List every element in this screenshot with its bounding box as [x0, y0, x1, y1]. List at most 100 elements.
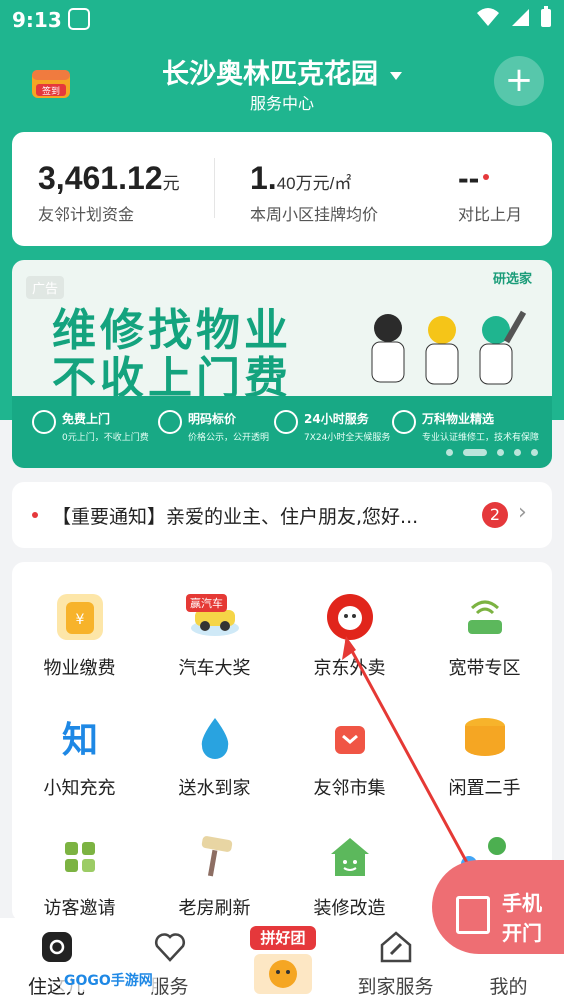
stat-price-value: 1. [250, 160, 277, 196]
service-item-market[interactable]: 友邻市集 [282, 682, 417, 802]
ad-feature-item: 24小时服务 7X24小时全天候服务 [274, 410, 390, 443]
ad-feature-desc: 0元上门，不收上门费 [62, 433, 149, 443]
service-item-secondhand[interactable]: 闲置二手 [417, 682, 552, 802]
repair-workers-illustration [371, 310, 527, 385]
heart-icon [154, 933, 185, 962]
notice-bullet [32, 512, 38, 518]
carousel-dot[interactable] [514, 449, 521, 456]
ad-feature-desc: 价格公示，公开透明 [188, 433, 270, 443]
carousel-dot[interactable] [497, 449, 504, 456]
service-label: 装修改造 [313, 898, 386, 919]
service-item-broadband[interactable]: 宽带专区 [417, 562, 552, 682]
home-icon [41, 932, 72, 962]
service-item-water[interactable]: 送水到家 [147, 682, 282, 802]
nav-item-home-service[interactable]: 到家服务 [339, 918, 452, 1004]
project-selector[interactable]: 长沙奥林匹克花园 [0, 52, 564, 91]
project-name: 长沙奥林匹克花园 [162, 59, 378, 90]
stat-price-unit: 万元/㎡ [295, 174, 352, 193]
svg-text:知: 知 [61, 720, 97, 760]
market-bag-icon [327, 714, 373, 760]
stat-fund-unit: 元 [162, 174, 180, 193]
service-label: 物业缴费 [43, 658, 116, 679]
ad-feature-title: 明码标价 [188, 412, 237, 426]
service-label: 小知充充 [43, 778, 116, 799]
service-label: 宽带专区 [448, 658, 521, 679]
chevron-right-icon: › [518, 500, 527, 525]
service-item-jd-takeout[interactable]: 京东外卖 [282, 562, 417, 682]
stat-price-label: 本周小区挂牌均价 [250, 205, 379, 224]
wrench-circle-icon [392, 410, 416, 434]
group-buy-mascot-icon [254, 954, 312, 994]
water-drop-icon [192, 714, 238, 760]
carousel-dot[interactable] [446, 449, 453, 456]
paint-roller-icon [192, 834, 238, 880]
service-label: 友邻市集 [313, 778, 386, 799]
nav-label: 我的 [489, 976, 528, 998]
qr-code-icon [57, 834, 103, 880]
app-notification-icon [68, 8, 90, 30]
coins-icon [462, 714, 508, 760]
trend-indicator-icon [483, 174, 490, 180]
ad-feature-item: 免费上门 0元上门，不收上门费 [32, 410, 149, 443]
stat-fund-label: 友邻计划资金 [38, 205, 135, 224]
stat-compare[interactable]: -- 对比上月 [458, 160, 522, 225]
zhi-icon: 知 [57, 714, 103, 761]
watermark: GOGO手游网 [60, 968, 157, 992]
stat-compare-value: -- [458, 160, 480, 196]
page-subtitle: 服务中心 [249, 94, 314, 113]
group-buy-badge[interactable]: 拼好团 [250, 926, 316, 950]
ad-brand: 研选家 [492, 272, 532, 287]
notice-bar[interactable]: 【重要通知】亲爱的业主、住户朋友,您好... 2 › [12, 482, 552, 548]
ad-feature-item: 明码标价价格公示，公开透明 [158, 410, 269, 443]
broadband-icon [462, 594, 508, 640]
fee-icon: ¥ [56, 594, 103, 640]
svg-text:¥: ¥ [75, 612, 84, 628]
nav-label: 到家服务 [357, 976, 434, 998]
status-bar: 9:13 [0, 0, 564, 40]
carousel-dot-active[interactable] [463, 449, 487, 456]
phone-door-open-button[interactable]: 手机开门 [432, 860, 564, 954]
service-label: 京东外卖 [313, 658, 386, 679]
wrench-house-icon [380, 931, 411, 963]
door-icon [456, 896, 490, 934]
door-label: 手机开门 [502, 891, 542, 945]
ad-feature-title: 万科物业精选 [422, 412, 495, 426]
service-item-zhi[interactable]: 知 小知充充 [12, 682, 147, 802]
stat-price[interactable]: 1.40万元/㎡ 本周小区挂牌均价 [250, 160, 378, 225]
stat-fund[interactable]: 3,461.12元 友邻计划资金 [38, 160, 180, 225]
settings-circle-icon [32, 410, 56, 434]
service-item-decoration[interactable]: 装修改造 [282, 802, 417, 922]
ad-feature-title: 免费上门 [62, 412, 111, 426]
chevron-down-icon [390, 71, 402, 80]
service-label: 汽车大奖 [178, 658, 251, 679]
ad-feature-strip: 免费上门 0元上门，不收上门费 明码标价价格公示，公开透明 24小时服务 7X24小… [12, 396, 552, 468]
house-smile-icon [327, 834, 373, 880]
ad-feature-title: 24小时服务 [304, 412, 369, 426]
stat-compare-label: 对比上月 [458, 205, 523, 224]
service-label: 闲置二手 [448, 778, 521, 799]
ad-banner[interactable]: 广告 研选家 维修找物业 不收上门费 免费上门 0元上门，不收上门费 明码标价 价格… [12, 260, 552, 468]
service-item-renovate[interactable]: 老房刷新 [147, 802, 282, 922]
service-label: 访客邀请 [43, 898, 116, 919]
jd-takeout-icon [326, 594, 373, 640]
stats-card: 3,461.12元 友邻计划资金 1.40万元/㎡ 本周小区挂牌均价 -- 对比… [12, 132, 552, 246]
add-button[interactable]: + [494, 56, 544, 106]
signal-icon [512, 9, 529, 26]
service-item-visitor[interactable]: 访客邀请 [12, 802, 147, 922]
battery-icon [541, 6, 551, 27]
service-item-car[interactable]: 汽车大奖 [147, 562, 282, 682]
car-promo-badge: 赢汽车 [186, 594, 227, 612]
wifi-icon [477, 8, 499, 26]
carousel-dots [446, 449, 538, 456]
stat-fund-value: 3,461.12 [38, 160, 163, 196]
status-time: 9:13 [12, 8, 62, 32]
status-icons [476, 6, 552, 28]
service-label: 老房刷新 [178, 898, 251, 919]
stat-divider [214, 158, 215, 218]
service-label: 送水到家 [178, 778, 251, 799]
stat-price-value-small: 40 [276, 174, 296, 193]
notice-count-badge: 2 [482, 502, 508, 528]
carousel-dot[interactable] [531, 449, 538, 456]
yuan-circle-icon [158, 410, 182, 434]
service-item-fee[interactable]: ¥ 物业缴费 [12, 562, 147, 682]
